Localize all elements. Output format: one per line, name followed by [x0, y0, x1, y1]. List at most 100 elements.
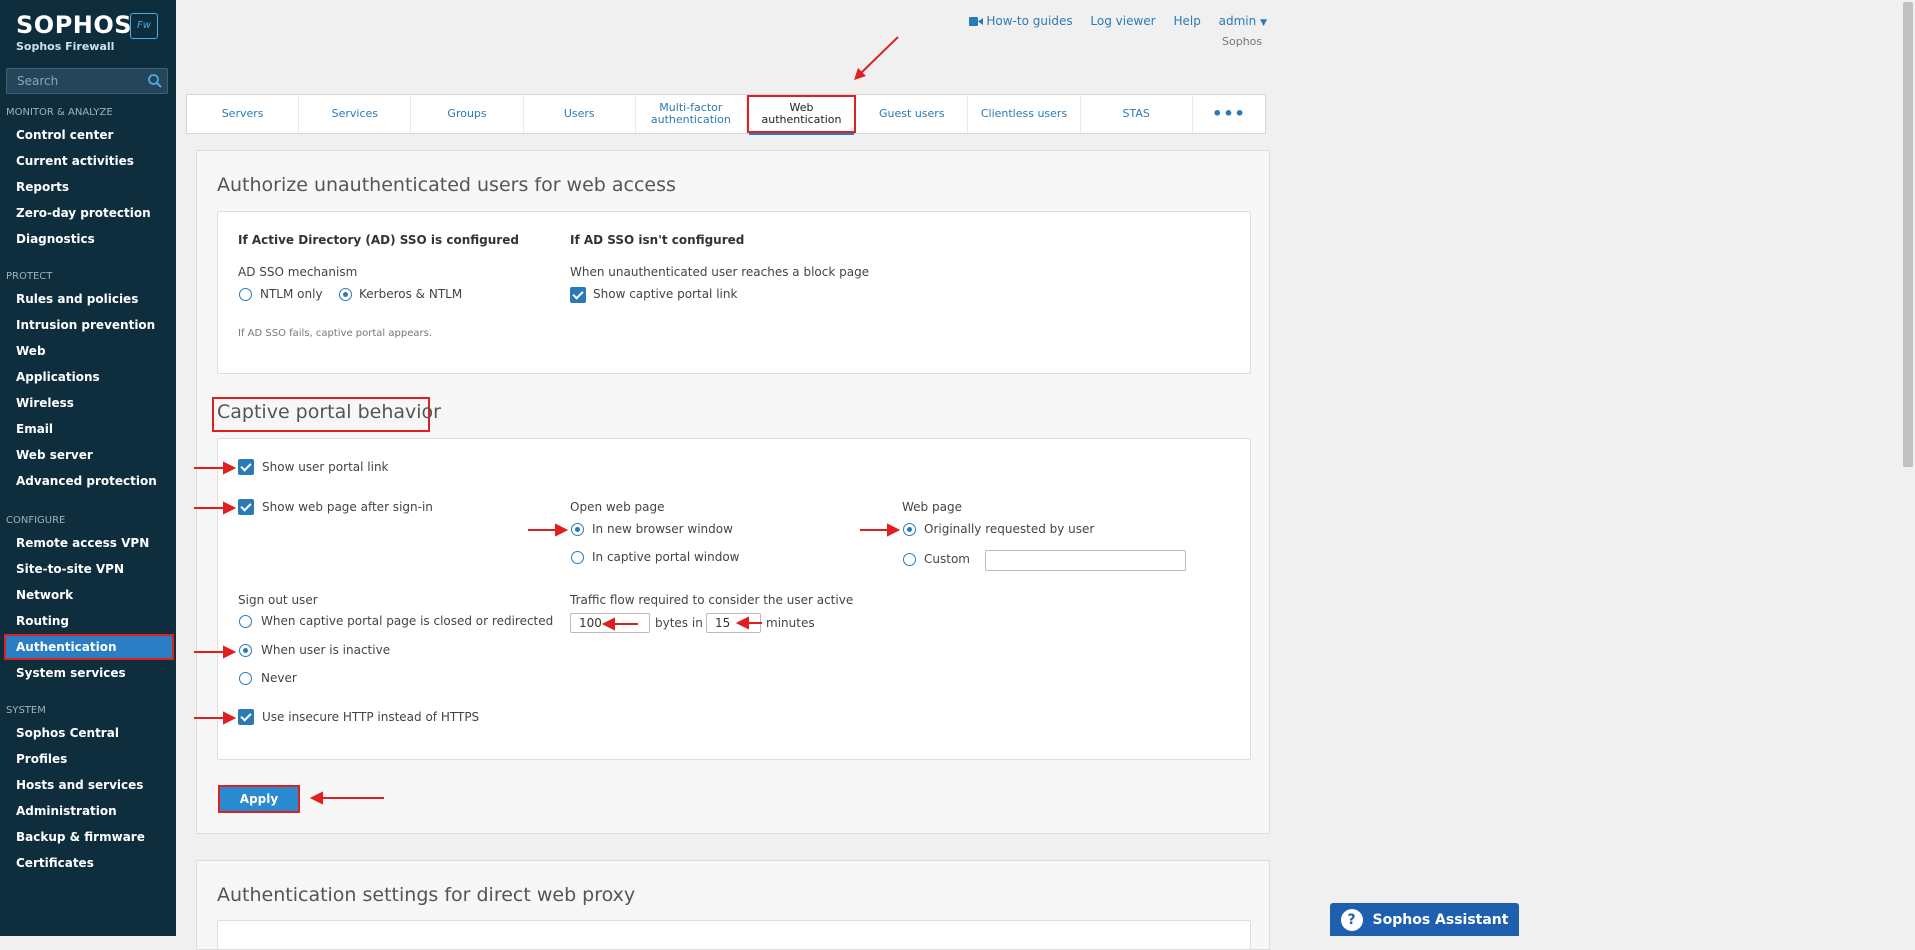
direct-proxy-box	[217, 920, 1251, 950]
ad-sso-fail-note: If AD SSO fails, captive portal appears.	[238, 328, 432, 339]
web-page-label: Web page	[902, 500, 962, 514]
search-icon[interactable]	[147, 73, 163, 89]
radio-ntlm-only[interactable]	[239, 288, 252, 301]
nav-item-reports[interactable]: Reports	[0, 174, 176, 200]
nav-item-web-server[interactable]: Web server	[0, 442, 176, 468]
log-viewer-link[interactable]: Log viewer	[1090, 14, 1155, 28]
tab-stas[interactable]: STAS	[1081, 95, 1193, 133]
nav-item-sophos-central[interactable]: Sophos Central	[0, 720, 176, 746]
nav-item-site-to-site-vpn[interactable]: Site-to-site VPN	[0, 556, 176, 582]
nav-header: MONITOR & ANALYZE	[6, 107, 113, 118]
nav-item-authentication[interactable]: Authentication	[4, 634, 174, 660]
tab-groups[interactable]: Groups	[411, 95, 524, 133]
video-camera-icon	[969, 17, 984, 26]
ad-not-configured-heading: If AD SSO isn't configured	[570, 233, 745, 247]
nav-item-administration[interactable]: Administration	[0, 798, 176, 824]
kerberos-ntlm-label: Kerberos & NTLM	[359, 287, 463, 301]
checkbox-show-captive-portal-link[interactable]	[570, 287, 586, 303]
nav-item-certificates[interactable]: Certificates	[0, 850, 176, 876]
nav-header: PROTECT	[6, 271, 53, 282]
bytes-in-label: bytes in	[655, 616, 703, 630]
nav-item-zero-day-protection[interactable]: Zero-day protection	[0, 200, 176, 226]
nav-item-advanced-protection[interactable]: Advanced protection	[0, 468, 176, 494]
show-captive-portal-link-label: Show captive portal link	[593, 287, 738, 301]
tab-services[interactable]: Services	[299, 95, 412, 133]
tab-servers[interactable]: Servers	[187, 95, 300, 133]
nav-item-web[interactable]: Web	[0, 338, 176, 364]
sidebar: SOPHOS Sophos Firewall Fw MONITOR & ANAL…	[0, 0, 176, 936]
nav-item-system-services[interactable]: System services	[0, 660, 176, 686]
device-name: Sophos	[1222, 35, 1263, 48]
radio-custom[interactable]	[903, 553, 916, 566]
nav-item-email[interactable]: Email	[0, 416, 176, 442]
scrollbar-thumb[interactable]	[1903, 2, 1913, 467]
nav-item-hosts-and-services[interactable]: Hosts and services	[0, 772, 176, 798]
nav-item-wireless[interactable]: Wireless	[0, 390, 176, 416]
brand: SOPHOS Sophos Firewall	[16, 12, 132, 53]
radio-when-portal-closed[interactable]	[239, 615, 252, 628]
tab-web-authentication[interactable]: Web authentication	[746, 95, 857, 135]
howto-guides-label: How-to guides	[986, 14, 1073, 28]
nav-item-control-center[interactable]: Control center	[0, 122, 176, 148]
nav-section-monitor: MONITOR & ANALYZE Control center Current…	[0, 104, 176, 252]
apply-button[interactable]: Apply	[218, 785, 300, 813]
search-input[interactable]	[15, 71, 144, 91]
checkbox-show-web-page-after-sign-in[interactable]	[238, 499, 254, 515]
chevron-down-icon: ▼	[1260, 18, 1267, 28]
tab-users[interactable]: Users	[524, 95, 636, 133]
section-title-captive-portal: Captive portal behavior	[217, 401, 441, 423]
traffic-flow-label: Traffic flow required to consider the us…	[570, 593, 854, 607]
section-title-authorize: Authorize unauthenticated users for web …	[217, 174, 676, 196]
nav-section-protect: PROTECT Rules and policies Intrusion pre…	[0, 268, 176, 494]
nav-section-system: SYSTEM Sophos Central Profiles Hosts and…	[0, 702, 176, 876]
nav-item-network[interactable]: Network	[0, 582, 176, 608]
nav-item-intrusion-prevention[interactable]: Intrusion prevention	[0, 312, 176, 338]
radio-new-browser-window[interactable]	[571, 523, 584, 536]
new-browser-window-label: In new browser window	[592, 522, 733, 536]
minutes-label: minutes	[766, 616, 815, 630]
nav-item-applications[interactable]: Applications	[0, 364, 176, 390]
checkbox-use-insecure-http[interactable]	[238, 709, 254, 725]
nav-item-rules-and-policies[interactable]: Rules and policies	[0, 286, 176, 312]
product-badge: Fw	[130, 13, 158, 39]
nav-item-remote-access-vpn[interactable]: Remote access VPN	[0, 530, 176, 556]
block-page-label: When unauthenticated user reaches a bloc…	[570, 265, 870, 279]
nav-item-current-activities[interactable]: Current activities	[0, 148, 176, 174]
nav-item-diagnostics[interactable]: Diagnostics	[0, 226, 176, 252]
sophos-assistant-button[interactable]: ? Sophos Assistant	[1330, 903, 1519, 936]
bytes-input[interactable]	[570, 613, 650, 633]
radio-captive-portal-window[interactable]	[571, 551, 584, 564]
when-user-inactive-label: When user is inactive	[261, 643, 391, 657]
help-link[interactable]: Help	[1173, 14, 1200, 28]
nav-item-profiles[interactable]: Profiles	[0, 746, 176, 772]
tab-multi-factor-authentication[interactable]: Multi-factor authentication	[636, 95, 747, 133]
tab-more-menu[interactable]: •••	[1193, 95, 1265, 133]
nav-header: SYSTEM	[6, 705, 46, 716]
sign-out-user-label: Sign out user	[238, 593, 318, 607]
ad-sso-mechanism-label: AD SSO mechanism	[238, 265, 358, 279]
minutes-input[interactable]	[706, 613, 761, 633]
search-box	[6, 68, 168, 94]
chat-help-icon: ?	[1340, 908, 1363, 931]
tab-clientless-users[interactable]: Clientless users	[968, 95, 1081, 133]
nav-item-routing[interactable]: Routing	[0, 608, 176, 634]
checkbox-show-user-portal-link[interactable]	[238, 459, 254, 475]
nav-item-backup-firmware[interactable]: Backup & firmware	[0, 824, 176, 850]
custom-url-input[interactable]	[985, 550, 1186, 571]
howto-guides-link[interactable]: How-to guides	[969, 14, 1076, 28]
radio-kerberos-ntlm[interactable]	[339, 288, 352, 301]
radio-when-user-inactive[interactable]	[239, 644, 252, 657]
admin-menu[interactable]: admin ▼	[1219, 14, 1267, 28]
ad-configured-heading: If Active Directory (AD) SSO is configur…	[238, 233, 519, 247]
page-scrollbar[interactable]	[1901, 0, 1915, 936]
radio-originally-requested[interactable]	[903, 523, 916, 536]
radio-never[interactable]	[239, 672, 252, 685]
custom-label: Custom	[924, 552, 970, 566]
tab-guest-users[interactable]: Guest users	[856, 95, 969, 133]
brand-subtitle: Sophos Firewall	[16, 40, 115, 53]
use-insecure-http-label: Use insecure HTTP instead of HTTPS	[262, 710, 480, 724]
show-user-portal-link-label: Show user portal link	[262, 460, 389, 474]
nav-section-configure: CONFIGURE Remote access VPN Site-to-site…	[0, 512, 176, 686]
tab-bar: Servers Services Groups Users Multi-fact…	[186, 94, 1266, 135]
open-web-page-label: Open web page	[570, 500, 665, 514]
